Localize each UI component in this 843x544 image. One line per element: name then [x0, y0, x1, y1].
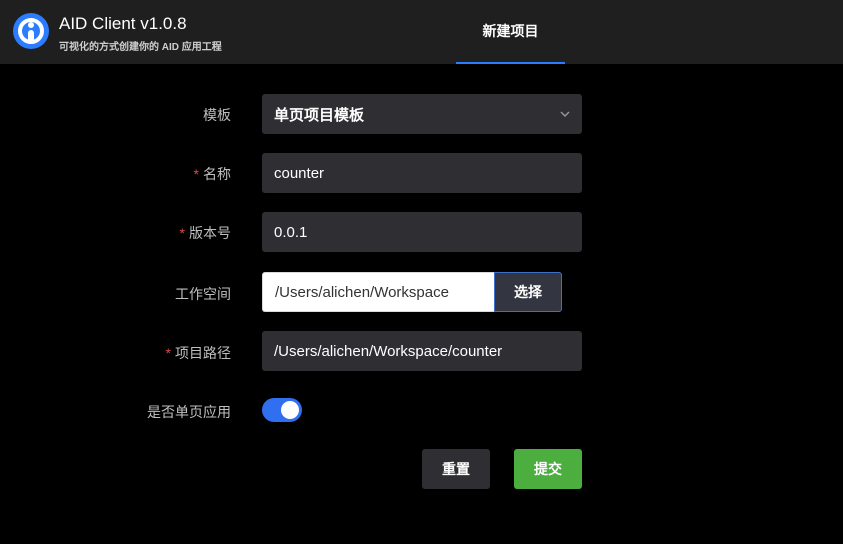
reset-button[interactable]: 重置 [422, 449, 490, 489]
name-input[interactable]: counter [262, 153, 582, 193]
app-logo-icon [13, 13, 49, 49]
single-page-label: 是否单页应用 [147, 404, 231, 420]
project-path-label: * 项目路径 [165, 345, 231, 361]
app-subtitle: 可视化的方式创建你的 AID 应用工程 [59, 42, 222, 53]
workspace-input[interactable]: /Users/alichen/Workspace [262, 272, 494, 312]
chevron-down-icon [560, 111, 570, 117]
app-title: AID Client v1.0.8 [59, 14, 187, 33]
template-select-value: 单页项目模板 [274, 106, 365, 124]
required-mark: * [179, 225, 185, 241]
tab-new-project[interactable]: 新建项目 [456, 0, 565, 64]
version-label: * 版本号 [179, 225, 231, 241]
single-page-toggle[interactable] [262, 398, 302, 422]
template-select[interactable]: 单页项目模板 [262, 94, 582, 134]
app-header: AID Client v1.0.8 可视化的方式创建你的 AID 应用工程 新建… [0, 0, 843, 64]
required-mark: * [165, 345, 171, 361]
choose-workspace-button[interactable]: 选择 [494, 272, 562, 312]
toggle-knob [281, 401, 299, 419]
project-path-input[interactable]: /Users/alichen/Workspace/counter [262, 331, 582, 371]
name-label: * 名称 [193, 166, 231, 182]
submit-button[interactable]: 提交 [514, 449, 582, 489]
template-label: 模板 [203, 107, 231, 123]
workspace-label: 工作空间 [175, 286, 231, 302]
required-mark: * [193, 166, 199, 182]
version-input[interactable]: 0.0.1 [262, 212, 582, 252]
